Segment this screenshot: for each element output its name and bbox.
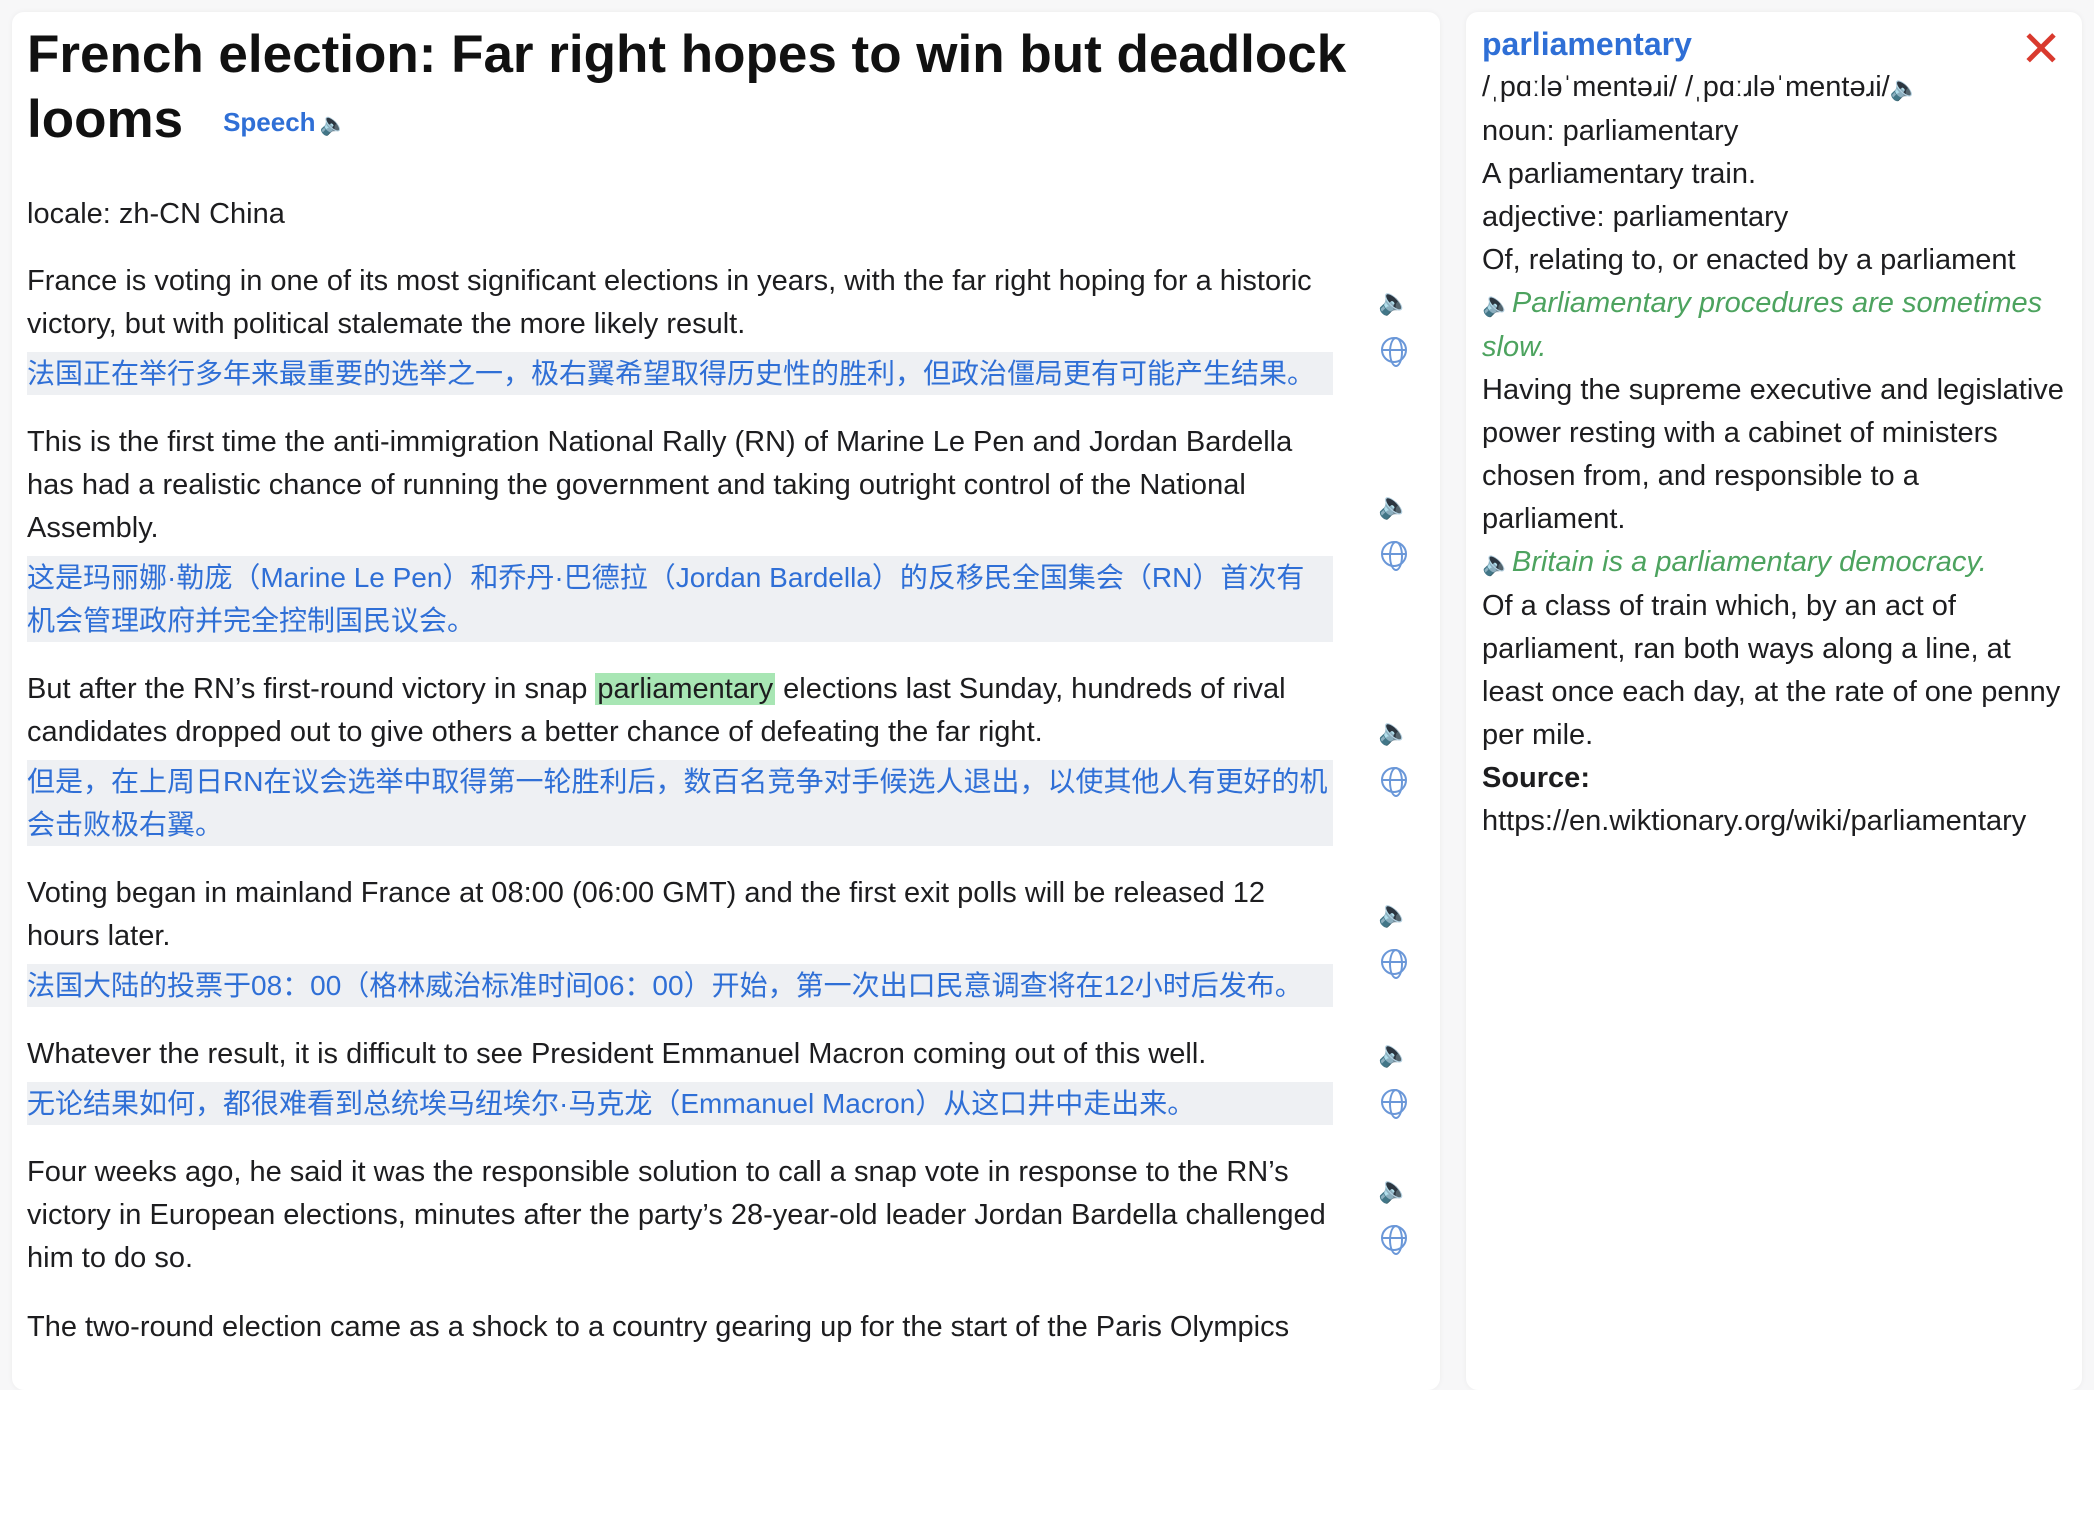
speech-button[interactable]: Speech 🔈 — [223, 107, 347, 137]
dictionary-word: parliamentary — [1482, 26, 1692, 62]
text-before: But after the RN’s first-round victory i… — [27, 673, 596, 705]
speaker-icon[interactable]: 🔈 — [1376, 1173, 1412, 1205]
speaker-icon: 🔈 — [319, 111, 347, 136]
paragraph-translation: 无论结果如何，都很难看到总统埃马纽埃尔·马克龙（Emmanuel Macron）… — [27, 1082, 1333, 1125]
speaker-icon[interactable]: 🔈 — [1890, 75, 1920, 102]
paragraph: But after the RN’s first-round victory i… — [27, 668, 1424, 846]
globe-icon[interactable] — [1376, 541, 1412, 574]
paragraph-english[interactable]: France is voting in one of its most sign… — [27, 260, 1333, 346]
article-title: French election: Far right hopes to win … — [27, 22, 1377, 156]
paragraph-translation: 法国大陆的投票于08：00（格林威治标准时间06：00）开始，第一次出口民意调查… — [27, 964, 1333, 1007]
article-content: French election: Far right hopes to win … — [12, 12, 1440, 1349]
paragraph-english[interactable]: Whatever the result, it is difficult to … — [27, 1033, 1333, 1076]
pronunciation: /ˌpɑːləˈmentəɹi/ /ˌpɑːɹləˈmentəɹi/🔈 — [1482, 66, 2064, 110]
speaker-icon[interactable]: 🔈 — [1482, 291, 1512, 318]
speaker-icon[interactable]: 🔈 — [1482, 550, 1512, 577]
highlighted-word[interactable]: parliamentary — [595, 673, 776, 705]
source-label: Source: — [1482, 762, 1590, 794]
source-link[interactable]: https://en.wiktionary.org/wiki/parliamen… — [1482, 800, 2064, 843]
paragraph-english[interactable]: But after the RN’s first-round victory i… — [27, 668, 1333, 754]
globe-icon[interactable] — [1376, 766, 1412, 800]
paragraph: Four weeks ago, he said it was the respo… — [27, 1151, 1424, 1280]
paragraph: The two-round election came as a shock t… — [27, 1306, 1424, 1349]
adjective-definition: Having the supreme executive and legisla… — [1482, 374, 2064, 535]
example-sentence: 🔈Parliamentary procedures are sometimes … — [1482, 282, 2064, 369]
paragraph: Voting began in mainland France at 08:00… — [27, 872, 1424, 1007]
adjective-definition: Of, relating to, or enacted by a parliam… — [1482, 244, 2016, 276]
article-panel: French election: Far right hopes to win … — [12, 12, 1440, 1390]
speaker-icon[interactable]: 🔈 — [1376, 897, 1412, 929]
speaker-icon[interactable]: 🔈 — [1376, 285, 1412, 317]
example-text: Britain is a parliamentary democracy. — [1511, 546, 1987, 578]
speech-label: Speech — [223, 107, 316, 137]
globe-icon[interactable] — [1376, 949, 1412, 982]
locale-label: locale: zh-CN China — [27, 198, 285, 230]
globe-icon[interactable] — [1376, 1088, 1412, 1122]
adjective-label: adjective: parliamentary — [1482, 201, 1789, 233]
paragraph-translation: 法国正在举行多年来最重要的选举之一，极右翼希望取得历史性的胜利，但政治僵局更有可… — [27, 352, 1333, 395]
speaker-icon[interactable]: 🔈 — [1376, 715, 1412, 747]
example-sentence: 🔈Britain is a parliamentary democracy. — [1482, 541, 2064, 585]
speaker-icon[interactable]: 🔈 — [1376, 1037, 1412, 1069]
paragraph: This is the first time the anti-immigrat… — [27, 421, 1424, 642]
noun-definition: A parliamentary train. — [1482, 158, 1757, 190]
speaker-icon[interactable]: 🔈 — [1376, 489, 1412, 521]
pronunciation-text: /ˌpɑːləˈmentəɹi/ /ˌpɑːɹləˈmentəɹi/ — [1482, 71, 1890, 103]
paragraph: France is voting in one of its most sign… — [27, 260, 1424, 395]
paragraph-english[interactable]: This is the first time the anti-immigrat… — [27, 421, 1333, 550]
paragraph-english[interactable]: The two-round election came as a shock t… — [27, 1306, 1354, 1349]
bottom-blank-area — [0, 1390, 2094, 1532]
paragraph: Whatever the result, it is difficult to … — [27, 1033, 1424, 1125]
globe-icon[interactable] — [1376, 337, 1412, 370]
dictionary-panel: ✕ parliamentary /ˌpɑːləˈmentəɹi/ /ˌpɑːɹl… — [1466, 12, 2082, 1390]
paragraph-translation: 这是玛丽娜·勒庞（Marine Le Pen）和乔丹·巴德拉（Jordan Ba… — [27, 556, 1333, 642]
example-text: Parliamentary procedures are sometimes s… — [1482, 287, 2043, 363]
globe-icon[interactable] — [1376, 1225, 1412, 1258]
paragraph-english[interactable]: Four weeks ago, he said it was the respo… — [27, 1151, 1333, 1280]
paragraph-translation: 但是，在上周日RN在议会选举中取得第一轮胜利后，数百名竞争对手候选人退出，以使其… — [27, 760, 1333, 846]
paragraph-english[interactable]: Voting began in mainland France at 08:00… — [27, 872, 1333, 958]
noun-label: noun: parliamentary — [1482, 115, 1739, 147]
close-icon[interactable]: ✕ — [2020, 24, 2062, 74]
adjective-definition: Of a class of train which, by an act of … — [1482, 590, 2061, 751]
